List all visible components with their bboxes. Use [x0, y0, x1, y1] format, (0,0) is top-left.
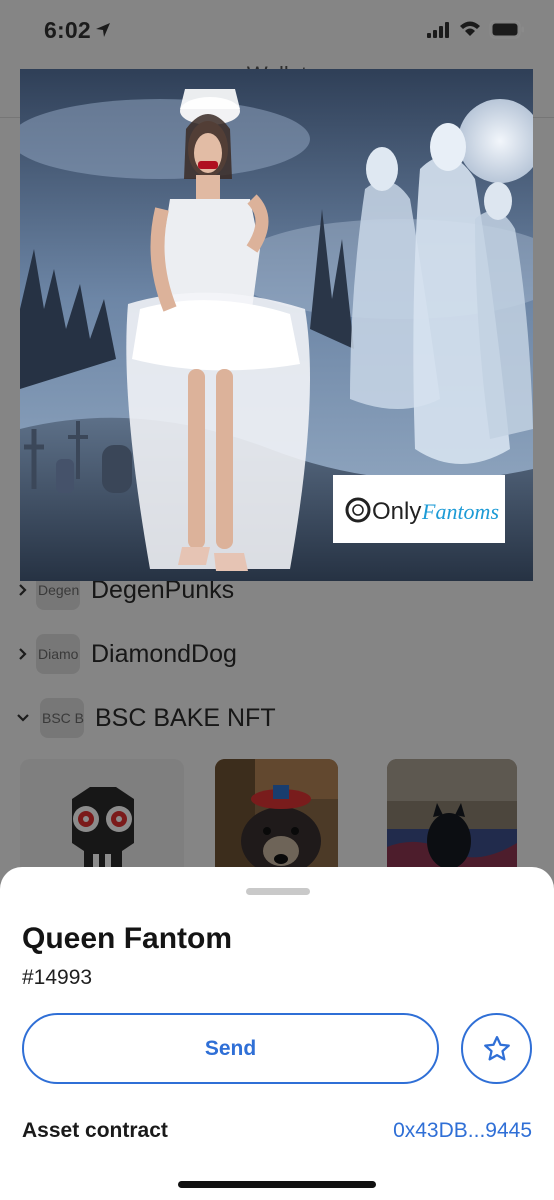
- star-icon: [483, 1035, 510, 1060]
- asset-contract-label: Asset contract: [22, 1119, 168, 1142]
- send-button[interactable]: Send: [22, 1013, 439, 1084]
- nft-token-id: #14993: [22, 966, 93, 989]
- nft-artwork-image: Only Fantoms: [20, 69, 533, 581]
- status-time: 6:02: [44, 17, 91, 43]
- cellular-signal-icon: [427, 22, 449, 38]
- nft-detail-sheet: Queen Fantom #14993 Send Asset contract …: [0, 867, 554, 1200]
- wifi-icon: [460, 21, 480, 36]
- home-indicator[interactable]: [178, 1181, 376, 1188]
- watermark-prefix: Only: [372, 498, 421, 525]
- sheet-grabber[interactable]: [246, 888, 310, 895]
- battery-icon: [489, 20, 524, 39]
- asset-contract-link[interactable]: 0x43DB...9445: [393, 1119, 532, 1143]
- nft-name: Queen Fantom: [22, 922, 233, 955]
- watermark-suffix: Fantoms: [421, 499, 499, 524]
- favorite-button[interactable]: [461, 1013, 532, 1084]
- nft-artwork: Only Fantoms: [20, 69, 533, 581]
- send-button-label: Send: [204, 1036, 257, 1060]
- status-bar: 6:02: [0, 0, 554, 62]
- location-arrow-icon: [96, 23, 110, 37]
